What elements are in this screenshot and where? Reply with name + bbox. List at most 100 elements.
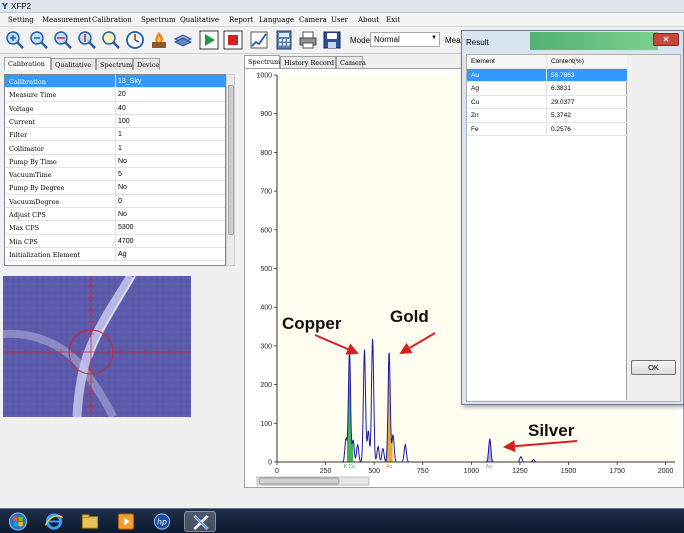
param-value[interactable]: 5 bbox=[118, 171, 122, 178]
camera-image bbox=[3, 276, 191, 417]
header-element: Element bbox=[471, 58, 495, 65]
menu-exit[interactable]: Exit bbox=[386, 16, 400, 24]
clock-icon[interactable] bbox=[125, 30, 145, 50]
result-dialog: Result ✕ Element Content(%) Au 58.7863 Ag 6… bbox=[461, 30, 684, 405]
menu-about[interactable]: About bbox=[358, 16, 379, 24]
tab-camera[interactable]: Camera bbox=[336, 56, 366, 68]
param-row[interactable]: Max CPS 5300 bbox=[5, 221, 225, 235]
param-value[interactable]: No bbox=[118, 184, 127, 191]
param-row[interactable]: Pump By Time No bbox=[5, 154, 225, 169]
param-name: Measure Time bbox=[9, 91, 57, 100]
param-value[interactable]: 20 bbox=[118, 91, 126, 98]
result-element: Zn bbox=[471, 112, 479, 119]
tab-qualitative[interactable]: Qualitative bbox=[51, 58, 96, 70]
parameter-scrollbar[interactable] bbox=[226, 74, 235, 266]
zoom-out-icon[interactable] bbox=[29, 30, 49, 50]
scrollbar-thumb[interactable] bbox=[228, 85, 234, 235]
param-row[interactable]: Filter 1 bbox=[5, 128, 225, 142]
tab-device[interactable]: Device bbox=[133, 58, 160, 70]
param-row[interactable]: Current 100 bbox=[5, 114, 225, 129]
menu-qualitative[interactable]: Qualitative bbox=[180, 16, 219, 24]
media-player-icon[interactable] bbox=[110, 511, 142, 532]
close-button[interactable]: ✕ bbox=[653, 33, 679, 46]
zoom-x-icon[interactable] bbox=[53, 30, 73, 50]
ok-button[interactable]: OK bbox=[631, 360, 676, 375]
zoom-reset-icon[interactable] bbox=[101, 30, 121, 50]
horizontal-scrollbar-thumb[interactable] bbox=[258, 477, 340, 485]
chart-icon[interactable] bbox=[249, 30, 269, 50]
param-value[interactable]: 0 bbox=[118, 198, 122, 205]
param-name: VacuumDegree bbox=[9, 197, 60, 206]
result-row[interactable]: Au 58.7863 bbox=[467, 68, 627, 82]
param-row[interactable]: Voltage 40 bbox=[5, 101, 225, 115]
param-row[interactable]: Calibration 13_Sky bbox=[5, 75, 225, 89]
param-row[interactable]: VacuumTime 5 bbox=[5, 168, 225, 182]
start-button[interactable] bbox=[2, 511, 34, 532]
folder-icon[interactable] bbox=[74, 511, 106, 532]
param-value[interactable]: 4700 bbox=[118, 238, 134, 245]
calculator-icon[interactable] bbox=[274, 30, 294, 50]
result-row[interactable]: Ag 6.3831 bbox=[467, 82, 627, 96]
result-row[interactable]: Fe 0.2576 bbox=[467, 122, 627, 136]
param-row[interactable]: Min CPS 4700 bbox=[5, 234, 225, 248]
zoom-in-icon[interactable] bbox=[5, 30, 25, 50]
menu-calibration[interactable]: Calibration bbox=[92, 16, 132, 24]
param-value[interactable]: 1 bbox=[118, 131, 122, 138]
param-value[interactable]: 40 bbox=[118, 105, 126, 112]
xfp2-taskbar-icon[interactable] bbox=[184, 511, 216, 532]
menu-measurement[interactable]: Measurement bbox=[42, 16, 91, 24]
param-row[interactable]: VacuumDegree 0 bbox=[5, 194, 225, 208]
result-row[interactable]: Cu 29.0377 bbox=[467, 95, 627, 109]
result-content: 5.3742 bbox=[551, 112, 571, 119]
menu-user[interactable]: User bbox=[331, 16, 348, 24]
menu-language[interactable]: Language bbox=[259, 16, 294, 24]
param-value[interactable]: 100 bbox=[118, 118, 130, 125]
print-icon[interactable] bbox=[298, 30, 318, 50]
y-tick-label: 100 bbox=[260, 421, 272, 428]
tab-history-record[interactable]: History Record bbox=[280, 56, 336, 68]
fire-icon[interactable] bbox=[149, 30, 169, 50]
param-value[interactable]: 1 bbox=[118, 145, 122, 152]
mode-select[interactable]: Normal ▼ bbox=[370, 32, 440, 47]
menu-camera[interactable]: Camera bbox=[299, 16, 327, 24]
result-row[interactable]: Zn 5.3742 bbox=[467, 109, 627, 123]
param-row[interactable]: Adjust CPS No bbox=[5, 208, 225, 222]
parameter-grid: Calibration 13_Sky Measure Time 20 Voltage… bbox=[4, 74, 226, 266]
param-value[interactable]: 5300 bbox=[118, 224, 134, 231]
result-content: 6.3831 bbox=[551, 85, 571, 92]
zoom-y-icon[interactable] bbox=[77, 30, 97, 50]
param-row[interactable]: Pump By Degree No bbox=[5, 181, 225, 195]
result-header-row: Element Content(%) bbox=[467, 55, 627, 69]
param-value[interactable]: Ag bbox=[118, 251, 127, 258]
y-tick-label: 200 bbox=[260, 382, 272, 389]
header-content: Content(%) bbox=[551, 58, 584, 65]
annotation-gold: Gold bbox=[390, 307, 429, 326]
y-tick-label: 1000 bbox=[256, 73, 272, 80]
menu-setting[interactable]: Setting bbox=[8, 16, 34, 24]
title-bar: Y XFP2 bbox=[0, 0, 684, 13]
param-value[interactable]: 13_Sky bbox=[118, 78, 141, 85]
y-tick-label: 400 bbox=[260, 305, 272, 312]
param-row[interactable]: Initialization Element Ag bbox=[5, 247, 225, 262]
start-icon[interactable] bbox=[199, 30, 219, 50]
tab-calibration[interactable]: Calibration bbox=[4, 57, 51, 70]
param-value[interactable]: No bbox=[118, 158, 127, 165]
hp-icon[interactable]: hp bbox=[146, 511, 178, 532]
x-tick-label: 750 bbox=[417, 468, 429, 475]
tab-spectrum-view[interactable]: Spectrum bbox=[244, 55, 280, 68]
result-element: Cu bbox=[471, 98, 480, 106]
camera-view bbox=[3, 276, 191, 417]
layers-icon[interactable] bbox=[173, 30, 193, 50]
menu-spectrum[interactable]: Spectrum bbox=[141, 16, 176, 24]
x-tick-label: 250 bbox=[320, 468, 332, 475]
param-row[interactable]: Collimator 1 bbox=[5, 141, 225, 155]
menu-report[interactable]: Report bbox=[229, 16, 253, 24]
param-row[interactable]: Measure Time 20 bbox=[5, 88, 225, 102]
stop-icon[interactable] bbox=[223, 30, 243, 50]
param-value[interactable]: No bbox=[118, 211, 127, 218]
y-tick-label: 300 bbox=[260, 343, 272, 350]
save-icon[interactable] bbox=[322, 30, 342, 50]
ie-icon[interactable] bbox=[38, 511, 70, 532]
tab-spectrum[interactable]: Spectrum bbox=[96, 58, 133, 70]
param-name: Current bbox=[9, 117, 36, 126]
